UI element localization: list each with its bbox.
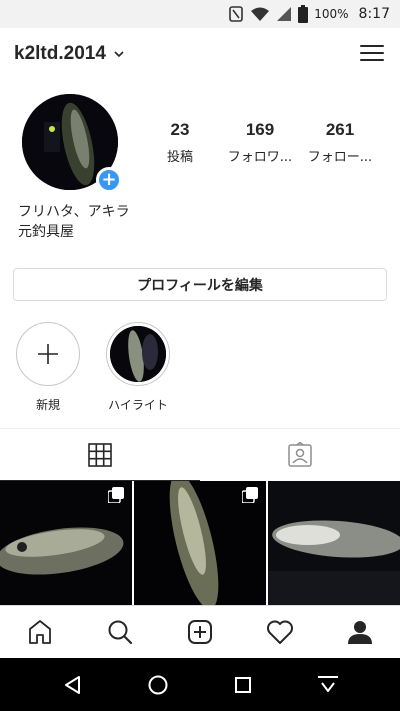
nav-add[interactable] — [160, 606, 240, 657]
signal-icon — [276, 6, 292, 22]
plus-icon — [38, 344, 58, 364]
highlight-thumbnail — [110, 326, 166, 382]
highlight-item[interactable]: ハイライト — [104, 322, 172, 413]
nfc-icon — [228, 6, 244, 22]
heart-icon — [267, 620, 293, 644]
bottom-nav — [0, 605, 400, 657]
menu-icon[interactable] — [360, 42, 384, 64]
post-grid — [0, 481, 400, 605]
system-nav-bar — [0, 658, 400, 711]
stat-posts[interactable]: 23 投稿 — [140, 120, 220, 165]
nav-profile[interactable] — [320, 606, 400, 657]
hide-keyboard-icon[interactable] — [308, 665, 348, 705]
profile-header: k2ltd.2014 — [0, 28, 400, 80]
profile-icon — [348, 620, 372, 644]
bio: フリハタ、アキラ 元釣具屋 — [18, 202, 130, 242]
stat-followers[interactable]: 169 フォロワ... — [220, 120, 300, 165]
battery-percent: 100% — [314, 7, 349, 21]
add-post-icon — [188, 619, 212, 644]
highlight-label: 新規 — [35, 398, 60, 412]
stat-number: 169 — [245, 120, 275, 139]
profile-tabs — [0, 428, 400, 481]
add-story-icon[interactable]: + — [96, 167, 122, 193]
username-switcher[interactable]: k2ltd.2014 — [14, 43, 106, 65]
new-highlight-circle[interactable] — [16, 322, 80, 386]
bio-line: フリハタ、アキラ — [18, 204, 130, 220]
stat-number: 261 — [325, 120, 355, 139]
stat-label: フォロワ... — [227, 150, 293, 165]
tab-grid[interactable] — [0, 429, 200, 481]
back-icon[interactable] — [53, 665, 93, 705]
stat-label: 投稿 — [166, 150, 193, 165]
stat-label: フォロー... — [307, 150, 373, 165]
post-thumbnail[interactable] — [134, 481, 266, 605]
search-icon — [108, 620, 133, 644]
stat-number: 23 — [170, 120, 190, 139]
multiple-photos-icon — [108, 487, 124, 503]
wifi-icon — [250, 6, 270, 22]
bio-line: 元釣具屋 — [18, 224, 74, 240]
nav-home[interactable] — [0, 606, 80, 657]
multiple-photos-icon — [242, 487, 258, 503]
nav-search[interactable] — [80, 606, 160, 657]
post-thumbnail[interactable] — [0, 481, 132, 605]
home-button-icon[interactable] — [138, 665, 178, 705]
edit-profile-button[interactable]: プロフィールを編集 — [13, 268, 387, 301]
tagged-icon — [288, 442, 312, 467]
stat-following[interactable]: 261 フォロー... — [300, 120, 380, 165]
recents-icon[interactable] — [223, 665, 263, 705]
highlight-new[interactable]: 新規 — [14, 322, 82, 413]
grid-icon — [88, 443, 112, 467]
status-bar: 100% 8:17 — [0, 0, 400, 28]
nav-activity[interactable] — [240, 606, 320, 657]
battery-icon — [298, 5, 309, 23]
clock: 8:17 — [358, 6, 390, 22]
chevron-down-icon[interactable] — [114, 50, 124, 58]
profile-stats: 23 投稿 169 フォロワ... 261 フォロー... — [140, 120, 390, 165]
home-icon — [29, 619, 51, 644]
highlight-label: ハイライト — [108, 398, 168, 412]
tab-tagged[interactable] — [200, 429, 400, 481]
highlight-circle[interactable] — [106, 322, 170, 386]
post-thumbnail[interactable] — [268, 481, 400, 605]
